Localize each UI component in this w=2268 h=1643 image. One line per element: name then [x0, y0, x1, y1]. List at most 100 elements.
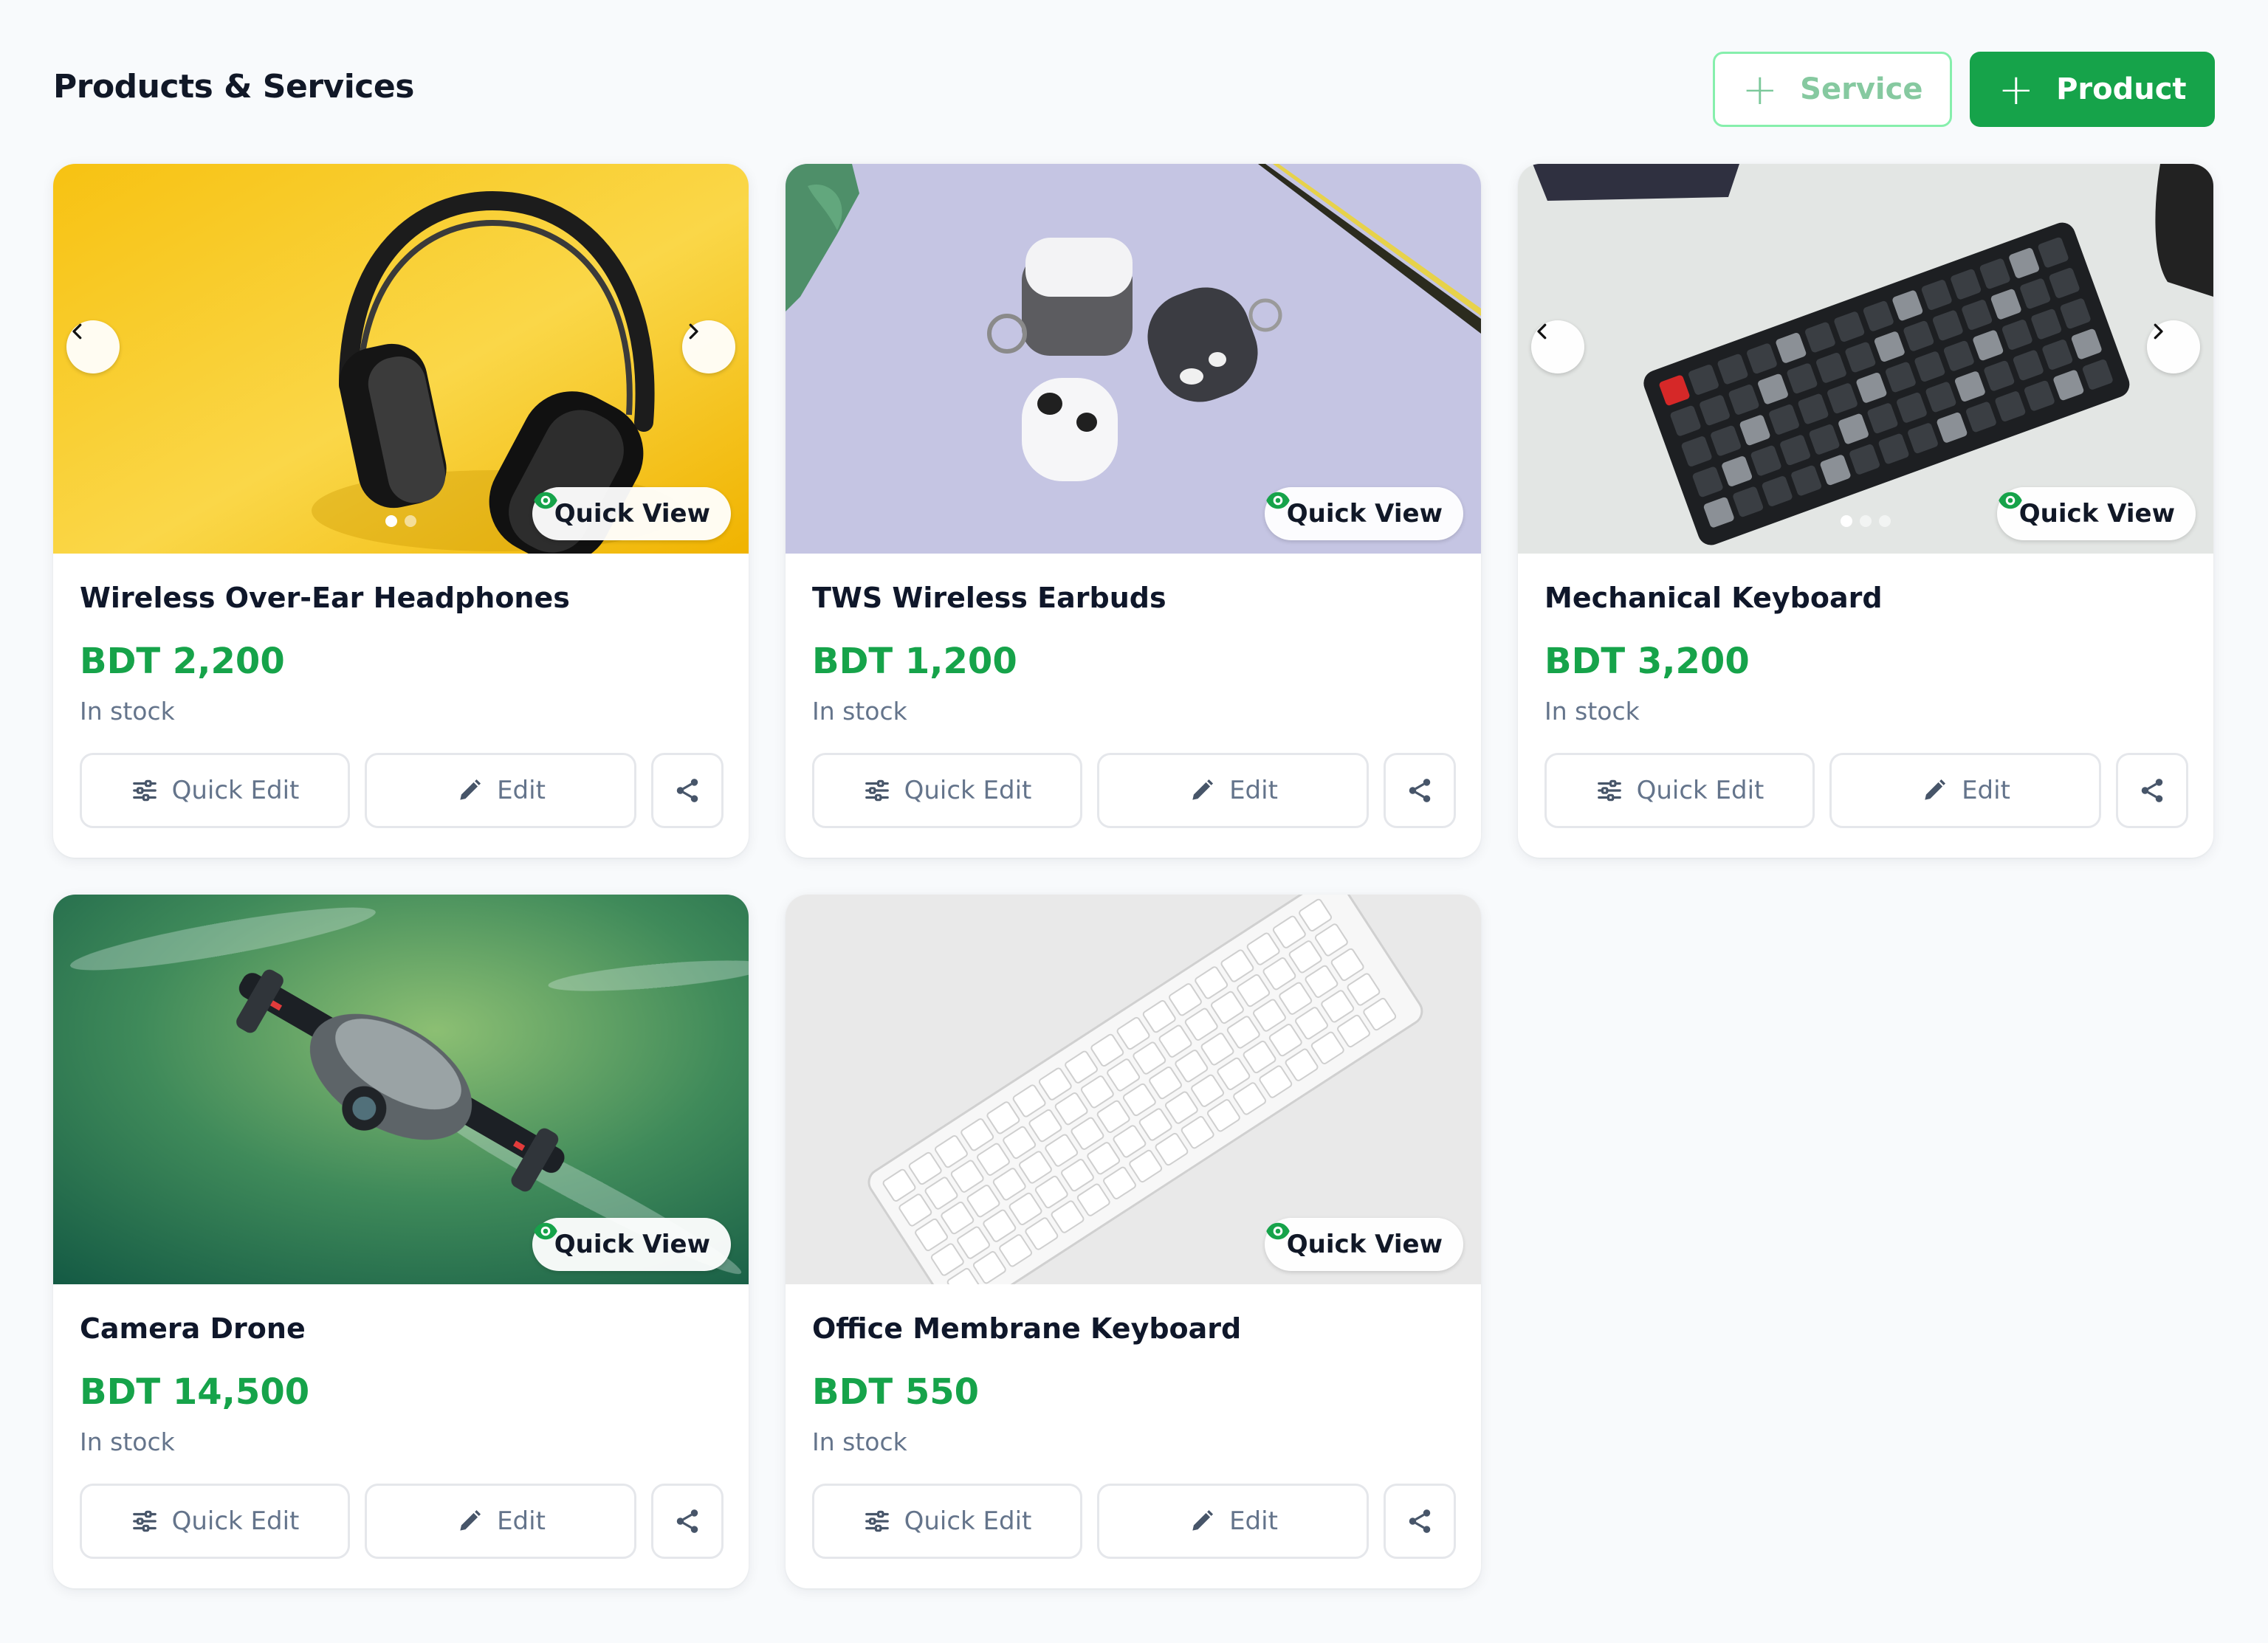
chevron-left-icon — [1537, 323, 1547, 340]
products-page: Products & Services + Service + Product — [0, 0, 2268, 1643]
chevron-right-icon — [689, 323, 698, 340]
sliders-icon — [132, 1510, 157, 1532]
edit-button[interactable]: Edit — [1829, 753, 2101, 828]
share-button[interactable] — [651, 753, 724, 828]
pagination-dot[interactable] — [385, 515, 397, 527]
edit-button[interactable]: Edit — [365, 753, 636, 828]
quick-view-label: Quick View — [554, 499, 710, 528]
quick-edit-label: Quick Edit — [904, 1506, 1032, 1536]
share-icon — [2141, 779, 2163, 802]
edit-button[interactable]: Edit — [1097, 1484, 1369, 1559]
plus-icon: + — [1742, 64, 1779, 114]
next-image-button[interactable] — [682, 320, 735, 373]
sliders-icon — [132, 779, 157, 802]
eye-icon — [534, 492, 557, 509]
pagination-dot[interactable] — [1860, 515, 1872, 527]
add-service-label: Service — [1800, 72, 1923, 106]
pagination-dot[interactable] — [1879, 515, 1891, 527]
add-product-button[interactable]: + Product — [1970, 52, 2215, 127]
stock-status: In stock — [812, 1427, 907, 1456]
pencil-icon — [1192, 779, 1214, 800]
product-card: Quick View Office Membrane Keyboard BDT … — [786, 895, 1481, 1588]
edit-button[interactable]: Edit — [365, 1484, 636, 1559]
quick-edit-button[interactable]: Quick Edit — [1544, 753, 1815, 828]
quick-edit-label: Quick Edit — [171, 776, 300, 805]
product-name: Camera Drone — [80, 1312, 306, 1345]
pencil-icon — [460, 779, 481, 800]
product-price: BDT 550 — [812, 1371, 980, 1413]
pagination-dot[interactable] — [1841, 515, 1852, 527]
quick-edit-button[interactable]: Quick Edit — [80, 1484, 350, 1559]
share-icon — [1409, 1509, 1431, 1533]
edit-label: Edit — [497, 776, 546, 805]
pagination-dot[interactable] — [405, 515, 416, 527]
sliders-icon — [1597, 779, 1621, 802]
pencil-icon — [1192, 1509, 1214, 1531]
product-name: Office Membrane Keyboard — [812, 1312, 1242, 1345]
pencil-icon — [1925, 779, 1946, 800]
quick-edit-button[interactable]: Quick Edit — [812, 753, 1082, 828]
quick-view-label: Quick View — [2018, 499, 2175, 528]
product-price: BDT 2,200 — [80, 641, 285, 682]
prev-image-button[interactable] — [66, 320, 120, 373]
share-icon — [676, 1509, 698, 1533]
quick-edit-label: Quick Edit — [1636, 776, 1764, 805]
quick-edit-label: Quick Edit — [904, 776, 1032, 805]
edit-label: Edit — [497, 1506, 546, 1536]
pencil-icon — [460, 1509, 481, 1531]
edit-label: Edit — [1962, 776, 2010, 805]
chevron-left-icon — [72, 323, 82, 340]
quick-view-button[interactable]: Quick View — [1996, 487, 2196, 540]
product-image[interactable]: Quick View — [1518, 164, 2213, 554]
sliders-icon — [865, 1510, 889, 1532]
page-title: Products & Services — [53, 68, 414, 106]
edit-label: Edit — [1229, 1506, 1278, 1536]
quick-view-button[interactable]: Quick View — [1264, 1218, 1463, 1271]
quick-view-label: Quick View — [1286, 499, 1443, 528]
product-price: BDT 14,500 — [80, 1371, 310, 1413]
edit-button[interactable]: Edit — [1097, 753, 1369, 828]
eye-icon — [534, 1222, 557, 1240]
chevron-right-icon — [2154, 323, 2163, 340]
product-image[interactable]: Quick View — [786, 895, 1481, 1284]
share-button[interactable] — [1384, 753, 1456, 828]
eye-icon — [1999, 492, 2022, 509]
product-name: Mechanical Keyboard — [1544, 582, 1883, 614]
quick-view-label: Quick View — [1286, 1230, 1443, 1259]
edit-label: Edit — [1229, 776, 1278, 805]
product-image[interactable]: Quick View — [53, 164, 749, 554]
quick-edit-label: Quick Edit — [171, 1506, 300, 1536]
product-image[interactable]: Quick View — [786, 164, 1481, 554]
share-icon — [676, 779, 698, 802]
stock-status: In stock — [80, 697, 175, 726]
share-button[interactable] — [2116, 753, 2188, 828]
product-price: BDT 3,200 — [1544, 641, 1750, 682]
eye-icon — [1266, 492, 1290, 509]
quick-view-button[interactable]: Quick View — [532, 487, 731, 540]
next-image-button[interactable] — [2147, 320, 2200, 373]
quick-view-label: Quick View — [554, 1230, 710, 1259]
product-card: Quick View Camera Drone BDT 14,500 In st… — [53, 895, 749, 1588]
stock-status: In stock — [1544, 697, 1640, 726]
share-button[interactable] — [1384, 1484, 1456, 1559]
quick-view-button[interactable]: Quick View — [1264, 487, 1463, 540]
product-name: Wireless Over-Ear Headphones — [80, 582, 570, 614]
share-button[interactable] — [651, 1484, 724, 1559]
product-card: Quick View Wireless Over-Ear Headphones … — [53, 164, 749, 858]
plus-icon: + — [1998, 64, 2035, 114]
eye-icon — [1266, 1222, 1290, 1240]
add-service-button[interactable]: + Service — [1713, 52, 1952, 127]
stock-status: In stock — [80, 1427, 175, 1456]
share-icon — [1409, 779, 1431, 802]
prev-image-button[interactable] — [1531, 320, 1584, 373]
product-price: BDT 1,200 — [812, 641, 1017, 682]
product-image[interactable]: Quick View — [53, 895, 749, 1284]
product-name: TWS Wireless Earbuds — [812, 582, 1166, 614]
quick-view-button[interactable]: Quick View — [532, 1218, 731, 1271]
product-card: Quick View Mechanical Keyboard BDT 3,200… — [1518, 164, 2213, 858]
product-card: Quick View TWS Wireless Earbuds BDT 1,20… — [786, 164, 1481, 858]
quick-edit-button[interactable]: Quick Edit — [80, 753, 350, 828]
sliders-icon — [865, 779, 889, 802]
quick-edit-button[interactable]: Quick Edit — [812, 1484, 1082, 1559]
stock-status: In stock — [812, 697, 907, 726]
